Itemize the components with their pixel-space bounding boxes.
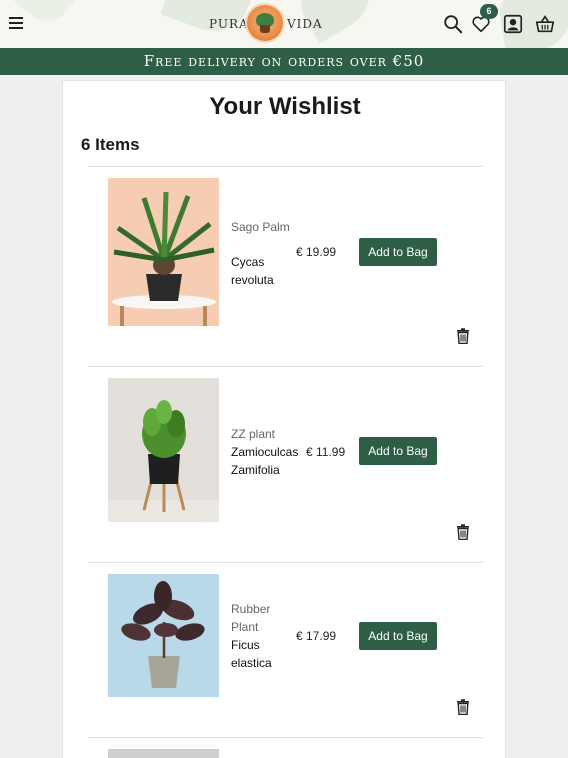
product-image-rubber-plant[interactable] [108, 574, 219, 697]
user-icon[interactable] [502, 13, 524, 35]
trash-icon[interactable] [456, 524, 470, 541]
trash-icon[interactable] [456, 699, 470, 716]
product-name[interactable]: Sago Palm [231, 218, 297, 236]
product-price: € 19.99 [296, 245, 337, 259]
add-to-bag-button[interactable]: Add to Bag [359, 437, 437, 465]
product-price: € 17.99 [296, 629, 337, 643]
free-delivery-banner: Free delivery on orders over €50 [0, 48, 568, 75]
trash-icon[interactable] [456, 328, 470, 345]
search-icon[interactable] [442, 13, 464, 35]
logo[interactable] [247, 5, 283, 41]
product-image-sago-palm[interactable] [108, 178, 219, 326]
product-image-zz-plant[interactable] [108, 378, 219, 522]
product-latin-name: Ficus elastica [231, 638, 272, 670]
product-price: € 11.99 [306, 445, 346, 459]
page-title: Your Wishlist [209, 93, 361, 120]
add-to-bag-button[interactable]: Add to Bag [359, 238, 437, 266]
wishlist-panel: Your Wishlist 6 Items Sago Palm Cycas re… [62, 80, 506, 758]
product-image[interactable] [108, 749, 219, 758]
product-latin-name: Zamioculcas Zamifolia [231, 445, 299, 477]
divider [87, 737, 483, 738]
basket-icon[interactable] [534, 13, 556, 35]
product-name[interactable]: Rubber Plant [231, 600, 297, 636]
site-header: PURA VIDA 6 [0, 0, 568, 48]
product-name[interactable]: ZZ plant [231, 425, 297, 443]
divider [87, 366, 483, 367]
product-latin-name: Cycas revoluta [231, 255, 274, 287]
add-to-bag-button[interactable]: Add to Bag [359, 622, 437, 650]
brand-name-left: PURA [209, 17, 249, 31]
menu-icon[interactable] [9, 17, 23, 29]
wishlist-count-badge: 6 [480, 4, 498, 19]
brand-name-right: VIDA [287, 17, 323, 31]
item-count: 6 Items [81, 135, 140, 154]
divider [87, 562, 483, 563]
divider [87, 166, 483, 167]
